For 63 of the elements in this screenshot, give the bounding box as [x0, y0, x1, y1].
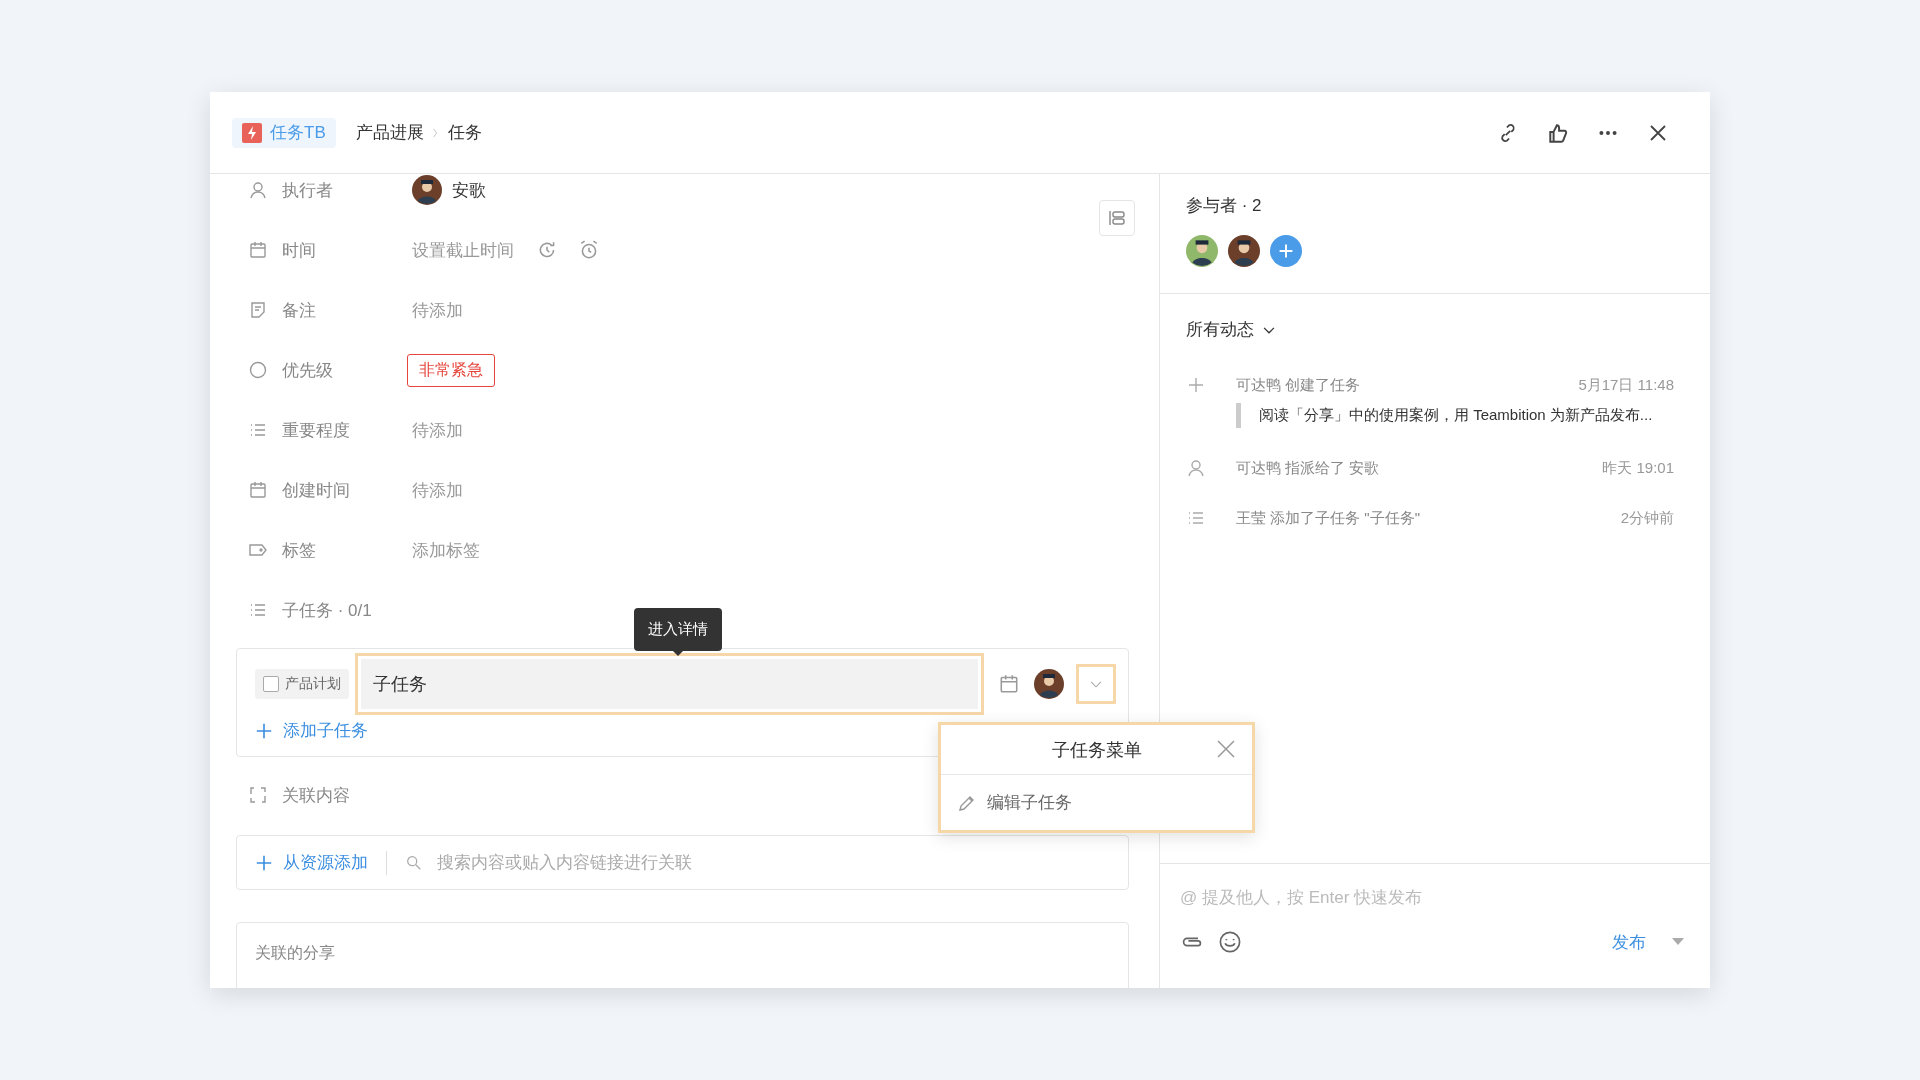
breadcrumb-item[interactable]: 任务 — [447, 121, 482, 144]
assignee-name: 安歌 — [452, 179, 486, 202]
person-icon — [248, 180, 268, 200]
calendar-icon — [248, 240, 268, 260]
emoji-icon — [1218, 930, 1242, 954]
activity-quote: 阅读「分享」中的使用案例，用 Teambition 为新产品发布... — [1236, 403, 1674, 428]
field-placeholder[interactable]: 待添加 — [412, 298, 463, 322]
activity-time: 昨天 19:01 — [1602, 458, 1674, 478]
field-placeholder[interactable]: 添加标签 — [412, 538, 480, 562]
menu-title: 子任务菜单 — [1051, 738, 1142, 762]
breadcrumb-item[interactable]: 产品进展 — [355, 121, 424, 144]
activity-time: 2分钟前 — [1620, 508, 1674, 528]
subtask-heading: 子任务 · 0/1 — [282, 599, 372, 622]
project-chip[interactable]: 产品计划 — [255, 669, 349, 699]
calendar-icon — [248, 480, 268, 500]
plus-icon — [255, 853, 273, 872]
field-label: 优先级 — [282, 359, 334, 382]
field-label: 执行者 — [282, 179, 334, 202]
priority-tag[interactable]: 非常紧急 — [407, 353, 495, 387]
field-label: 重要程度 — [282, 419, 351, 442]
field-placeholder[interactable]: 待添加 — [412, 418, 463, 442]
app-badge[interactable]: 任务TB — [232, 117, 336, 148]
avatar — [1228, 235, 1260, 267]
avatar — [1186, 235, 1218, 267]
layout-icon — [1107, 208, 1127, 228]
activity-time: 5月17日 11:48 — [1578, 375, 1674, 395]
note-icon — [248, 300, 268, 320]
activity-text: 可达鸭 创建了任务 — [1236, 375, 1362, 395]
related-heading: 关联内容 — [282, 784, 351, 807]
alarm-clock-icon — [578, 239, 600, 261]
field-label: 标签 — [282, 539, 317, 562]
avatar — [1034, 669, 1064, 699]
avatar — [412, 175, 442, 205]
add-from-resource-link[interactable]: 从资源添加 — [255, 847, 368, 878]
field-label: 时间 — [282, 239, 317, 262]
activity-text: 王莹 添加了子任务 "子任务" — [1236, 508, 1421, 528]
share-heading: 关联的分享 — [255, 944, 335, 961]
checkbox[interactable] — [263, 676, 279, 692]
person-icon — [1186, 458, 1206, 478]
field-label: 创建时间 — [282, 479, 351, 502]
caret-icon[interactable] — [1672, 938, 1684, 946]
tooltip: 进入详情 — [634, 608, 722, 651]
plus-icon — [255, 721, 273, 740]
lightning-icon — [242, 122, 262, 143]
layout-toggle-button[interactable] — [1099, 200, 1135, 236]
search-icon — [405, 853, 423, 872]
publish-button[interactable]: 发布 — [1612, 930, 1646, 954]
field-label: 备注 — [282, 299, 317, 322]
participants-heading: 参与者 · 2 — [1186, 195, 1263, 217]
menu-item[interactable]: 编辑子任务 — [941, 775, 1252, 830]
field-placeholder[interactable]: 待添加 — [412, 478, 463, 502]
tooltip-pointer-icon — [673, 651, 683, 656]
related-search-bar[interactable]: 从资源添加 搜索内容或贴入内容链接进行关联 — [236, 835, 1129, 890]
plus-icon — [1278, 243, 1294, 259]
add-subtask-link[interactable]: 添加子任务 — [255, 715, 368, 746]
plus-icon — [1186, 375, 1206, 395]
circle-icon — [248, 360, 268, 380]
add-participant-button[interactable] — [1270, 235, 1302, 267]
activity-filter[interactable]: 所有动态 — [1186, 318, 1276, 341]
calendar-icon — [998, 673, 1020, 695]
field-placeholder[interactable]: 设置截止时间 — [412, 238, 514, 262]
activity-text: 可达鸭 指派给了 安歌 — [1236, 458, 1381, 478]
subtask-field[interactable]: 子任务 — [355, 653, 984, 715]
